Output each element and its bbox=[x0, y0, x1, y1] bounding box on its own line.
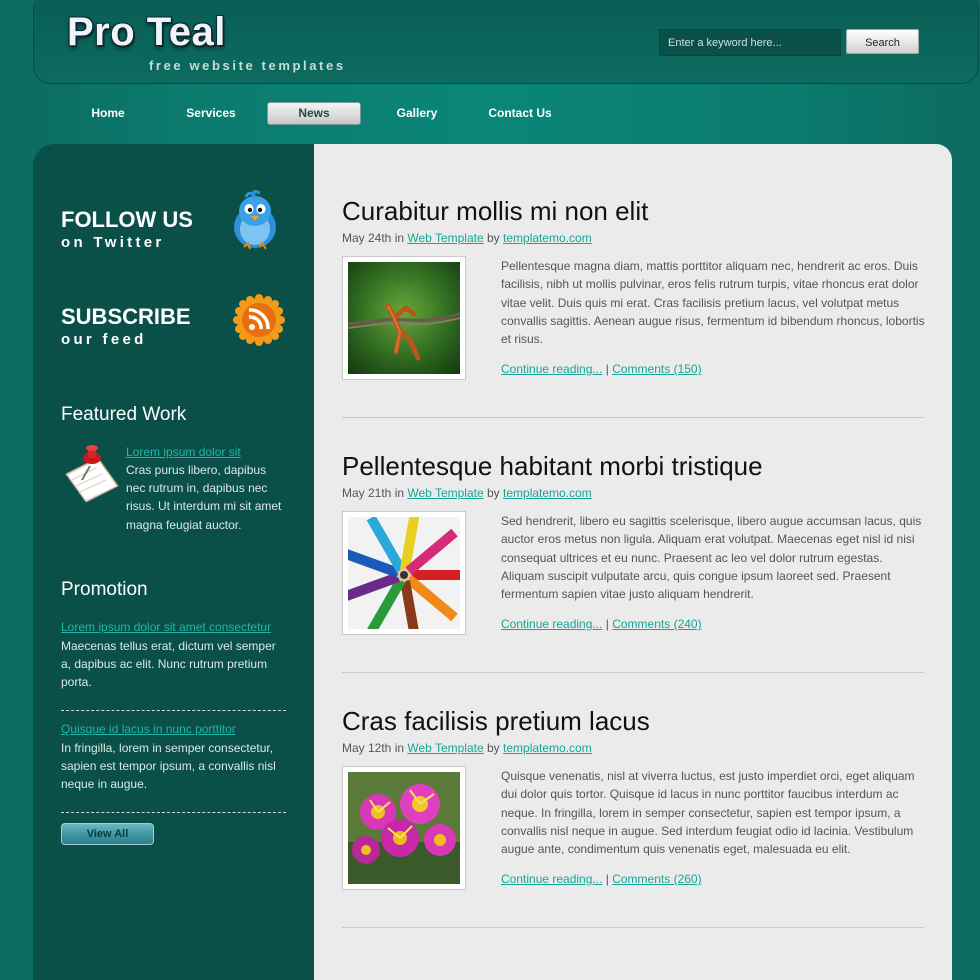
post-body: Sed hendrerit, libero eu sagittis sceler… bbox=[501, 514, 922, 602]
post-meta-in: in bbox=[394, 231, 405, 245]
continue-reading-link[interactable]: Continue reading... bbox=[501, 617, 602, 631]
promotion-text-1: Maecenas tellus erat, dictum vel semper … bbox=[61, 639, 276, 690]
promotion-divider bbox=[61, 812, 286, 813]
nav-item-home[interactable]: Home bbox=[61, 102, 155, 125]
post-links-separator: | bbox=[605, 362, 609, 376]
sidebar bbox=[33, 144, 314, 980]
comments-link[interactable]: Comments (240) bbox=[612, 617, 701, 631]
promotion-divider bbox=[61, 710, 286, 711]
post-author-link[interactable]: templatemo.com bbox=[503, 741, 592, 755]
post-title[interactable]: Pellentesque habitant morbi tristique bbox=[342, 451, 763, 482]
post-category-link[interactable]: Web Template bbox=[407, 741, 483, 755]
main-nav: Home Services News Gallery Contact Us bbox=[0, 102, 980, 126]
post-links: Continue reading... | Comments (150) bbox=[501, 362, 702, 376]
search-button[interactable]: Search bbox=[846, 29, 919, 54]
post-meta-in: in bbox=[394, 741, 405, 755]
pink-flowers-photo[interactable] bbox=[342, 766, 466, 890]
post-date: May 21th bbox=[342, 486, 392, 500]
post-meta-by: by bbox=[487, 486, 500, 500]
nav-item-gallery[interactable]: Gallery bbox=[370, 102, 464, 125]
twitter-bird-icon[interactable] bbox=[228, 189, 282, 251]
post-divider bbox=[342, 927, 924, 928]
post-title[interactable]: Curabitur mollis mi non elit bbox=[342, 196, 648, 227]
post-date: May 12th bbox=[342, 741, 392, 755]
promotion-text-2: In fringilla, lorem in semper consectetu… bbox=[61, 741, 276, 792]
barbed-wire-photo[interactable] bbox=[342, 256, 466, 380]
post-meta: May 21th in Web Template by templatemo.c… bbox=[342, 486, 592, 500]
post-meta-by: by bbox=[487, 741, 500, 755]
featured-work-text: Cras purus libero, dapibus nec rutrum in… bbox=[126, 463, 282, 532]
featured-work-link[interactable]: Lorem ipsum dolor sit bbox=[126, 445, 241, 459]
post-links: Continue reading... | Comments (240) bbox=[501, 617, 702, 631]
pushpin-note-icon bbox=[62, 444, 120, 503]
post-meta-in: in bbox=[394, 486, 405, 500]
post-date: May 24th bbox=[342, 231, 392, 245]
promotion-link-2[interactable]: Quisque id lacus in nunc porttitor bbox=[61, 722, 236, 736]
view-all-button[interactable]: View All bbox=[61, 823, 154, 845]
comments-link[interactable]: Comments (150) bbox=[612, 362, 701, 376]
post-meta: May 12th in Web Template by templatemo.c… bbox=[342, 741, 592, 755]
post-links-separator: | bbox=[605, 617, 609, 631]
continue-reading-link[interactable]: Continue reading... bbox=[501, 872, 602, 886]
promotion-link-1[interactable]: Lorem ipsum dolor sit amet consectetur bbox=[61, 620, 271, 634]
post-category-link[interactable]: Web Template bbox=[407, 486, 483, 500]
comments-link[interactable]: Comments (260) bbox=[612, 872, 701, 886]
featured-work-heading: Featured Work bbox=[61, 404, 187, 425]
search-input[interactable] bbox=[659, 29, 841, 56]
follow-us-sub[interactable]: on Twitter bbox=[61, 234, 165, 251]
post-meta-by: by bbox=[487, 231, 500, 245]
post-category-link[interactable]: Web Template bbox=[407, 231, 483, 245]
post-divider bbox=[342, 417, 924, 418]
post-body: Pellentesque magna diam, mattis porttito… bbox=[501, 259, 925, 347]
subscribe-heading[interactable]: SUBSCRIBE bbox=[61, 304, 191, 330]
post-links-separator: | bbox=[605, 872, 609, 886]
site-logo-title[interactable]: Pro Teal bbox=[67, 10, 226, 55]
site-logo-tagline: free website templates bbox=[149, 58, 346, 73]
post-title[interactable]: Cras facilisis pretium lacus bbox=[342, 706, 650, 737]
nav-item-contact-us[interactable]: Contact Us bbox=[473, 102, 567, 125]
continue-reading-link[interactable]: Continue reading... bbox=[501, 362, 602, 376]
nav-item-news[interactable]: News bbox=[267, 102, 361, 125]
post-links: Continue reading... | Comments (260) bbox=[501, 872, 702, 886]
post-body: Quisque venenatis, nisl at viverra luctu… bbox=[501, 769, 915, 857]
nav-item-services[interactable]: Services bbox=[164, 102, 258, 125]
post-meta: May 24th in Web Template by templatemo.c… bbox=[342, 231, 592, 245]
post-divider bbox=[342, 672, 924, 673]
post-author-link[interactable]: templatemo.com bbox=[503, 486, 592, 500]
rss-feed-icon[interactable] bbox=[233, 294, 285, 346]
promotion-heading: Promotion bbox=[61, 579, 148, 600]
follow-us-heading[interactable]: FOLLOW US bbox=[61, 207, 193, 233]
colored-pencils-photo[interactable] bbox=[342, 511, 466, 635]
subscribe-sub[interactable]: our feed bbox=[61, 331, 147, 348]
post-author-link[interactable]: templatemo.com bbox=[503, 231, 592, 245]
